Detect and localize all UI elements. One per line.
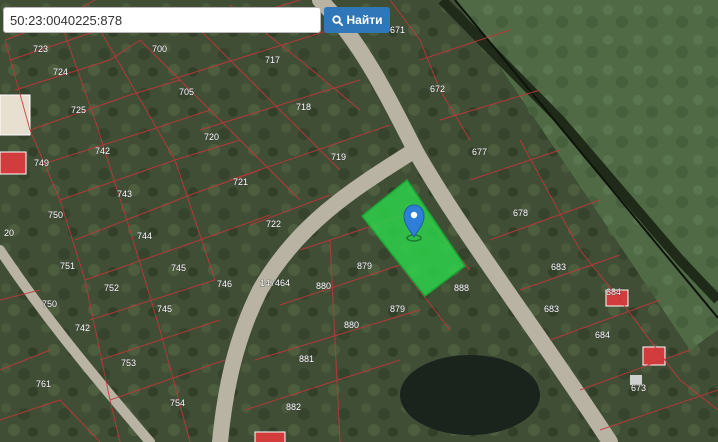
plot-label: 720 xyxy=(204,132,219,142)
plot-label: 746 xyxy=(217,279,232,289)
plot-label: 745 xyxy=(157,304,172,314)
plot-label: 750 xyxy=(42,299,57,309)
plot-label: 717 xyxy=(265,55,280,65)
plot-label: 743 xyxy=(117,189,132,199)
plot-label: 880 xyxy=(316,281,331,291)
plot-label: 761 xyxy=(36,379,51,389)
plot-label: 721 xyxy=(233,177,248,187)
plot-label: 673 xyxy=(631,383,646,393)
plot-label: 678 xyxy=(513,208,528,218)
plot-label: 718 xyxy=(296,102,311,112)
cadastral-search-input[interactable] xyxy=(3,7,321,33)
plot-label: 745 xyxy=(171,263,186,273)
plot-label: 722 xyxy=(266,219,281,229)
plot-label: 719 xyxy=(331,152,346,162)
plot-label: 882 xyxy=(286,402,301,412)
plot-label: 744 xyxy=(137,231,152,241)
plot-label: 742 xyxy=(95,146,110,156)
satellite-map[interactable]: 723 724 700 717 671 672 705 725 718 742 … xyxy=(0,0,718,442)
plot-label: 683 xyxy=(551,262,566,272)
plot-label: 749 xyxy=(34,158,49,168)
plot-label: 677 xyxy=(472,147,487,157)
plot-label: 881 xyxy=(299,354,314,364)
plot-label: 742 xyxy=(75,323,90,333)
plot-label: 683 xyxy=(544,304,559,314)
pond xyxy=(400,355,540,435)
plot-label: 705 xyxy=(179,87,194,97)
plot-label: 880 xyxy=(344,320,359,330)
plot-label: 725 xyxy=(71,105,86,115)
plot-label: 672 xyxy=(430,84,445,94)
plot-label: 700 xyxy=(152,44,167,54)
plot-label: 888 xyxy=(454,283,469,293)
plot-label: 750 xyxy=(48,210,63,220)
plot-label: 684 xyxy=(595,330,610,340)
plot-label: 723 xyxy=(33,44,48,54)
plot-label: 20 xyxy=(4,228,14,238)
plot-label: 724 xyxy=(53,67,68,77)
plot-label: 879 xyxy=(357,261,372,271)
search-button-label: Найти xyxy=(346,13,383,27)
plot-label: 684 xyxy=(606,287,621,297)
plot-label: 752 xyxy=(104,283,119,293)
plot-label: 147464 xyxy=(260,278,290,288)
search-icon xyxy=(331,14,343,26)
search-button[interactable]: Найти xyxy=(324,7,390,33)
plot-label: 879 xyxy=(390,304,405,314)
plot-label: 753 xyxy=(121,358,136,368)
plot-label: 671 xyxy=(390,25,405,35)
plot-label: 751 xyxy=(60,261,75,271)
plot-label: 754 xyxy=(170,398,185,408)
